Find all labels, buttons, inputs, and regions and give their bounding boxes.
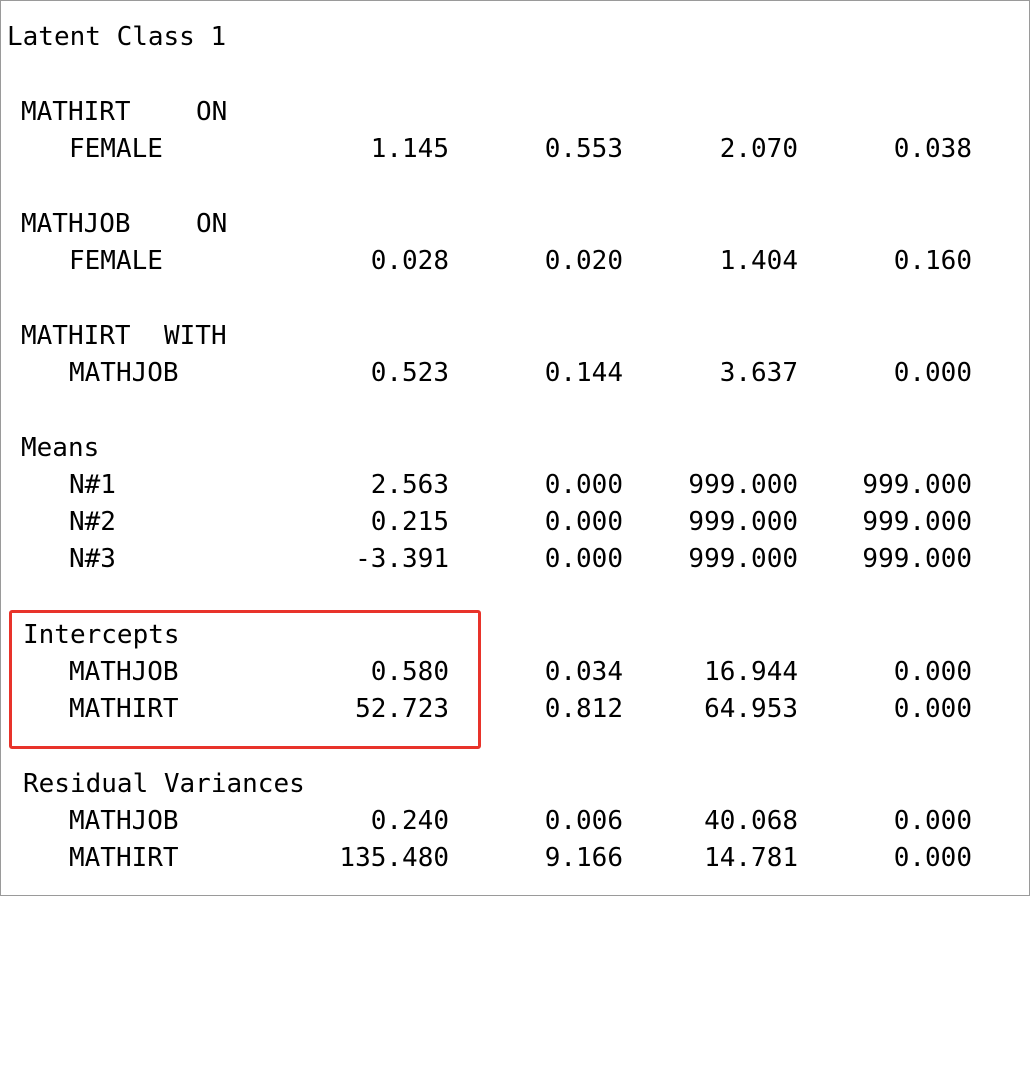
p-value: 0.000 (893, 694, 972, 724)
p-value: 0.000 (893, 843, 972, 873)
est-se-value: 16.944 (704, 657, 798, 687)
table-row: N#2 0.215 0.000 999.000 999.000 (1, 505, 1030, 539)
p-value: 999.000 (862, 470, 972, 500)
estimate-value: 135.480 (339, 843, 449, 873)
se-value: 0.006 (544, 806, 623, 836)
dependent-variable: MATHIRT (21, 97, 131, 127)
p-value: 0.160 (893, 246, 972, 276)
highlight-box (9, 610, 481, 749)
estimate-value: 1.145 (370, 134, 449, 164)
p-value: 999.000 (862, 507, 972, 537)
estimate-value: -3.391 (355, 544, 449, 574)
se-value: 0.000 (544, 470, 623, 500)
row-label: N#1 (69, 470, 116, 500)
section-header: MATHIRT ON (1, 95, 1030, 129)
title-line: Latent Class 1 (1, 20, 1030, 54)
est-se-value: 999.000 (688, 544, 798, 574)
est-se-value: 40.068 (704, 806, 798, 836)
estimate-value: 0.240 (370, 806, 449, 836)
table-row: FEMALE 1.145 0.553 2.070 0.038 (1, 132, 1030, 166)
p-value: 0.000 (893, 806, 972, 836)
dependent-variable: MATHIRT (21, 321, 131, 351)
table-row: MATHJOB 0.523 0.144 3.637 0.000 (1, 356, 1030, 390)
row-label: MATHIRT (69, 843, 179, 873)
section-header: Means (1, 431, 1030, 465)
row-label: N#2 (69, 507, 116, 537)
est-se-value: 999.000 (688, 507, 798, 537)
p-value: 0.000 (893, 358, 972, 388)
se-value: 0.553 (544, 134, 623, 164)
section-title: Residual Variances (23, 769, 305, 799)
section-title: Means (21, 433, 100, 463)
section-header: Residual Variances (1, 767, 1030, 801)
se-value: 0.000 (544, 507, 623, 537)
est-se-value: 14.781 (704, 843, 798, 873)
row-label: FEMALE (69, 134, 163, 164)
table-row: FEMALE 0.028 0.020 1.404 0.160 (1, 244, 1030, 278)
row-label: MATHJOB (69, 806, 179, 836)
dependent-variable: MATHJOB (21, 209, 131, 239)
estimate-value: 0.215 (370, 507, 449, 537)
est-se-value: 1.404 (719, 246, 798, 276)
output-frame: Latent Class 1 MATHIRT ON FEMALE 1.145 0… (0, 0, 1030, 896)
estimate-value: 0.523 (370, 358, 449, 388)
relation-keyword: ON (196, 209, 228, 239)
p-value: 0.038 (893, 134, 972, 164)
est-se-value: 999.000 (688, 470, 798, 500)
est-se-value: 2.070 (719, 134, 798, 164)
p-value: 0.000 (893, 657, 972, 687)
row-label: FEMALE (69, 246, 163, 276)
est-se-value: 64.953 (704, 694, 798, 724)
section-header: MATHJOB ON (1, 207, 1030, 241)
p-value: 999.000 (862, 544, 972, 574)
table-row: N#1 2.563 0.000 999.000 999.000 (1, 468, 1030, 502)
table-row: MATHIRT 135.480 9.166 14.781 0.000 (1, 841, 1030, 875)
se-value: 0.144 (544, 358, 623, 388)
row-label: MATHJOB (69, 358, 179, 388)
se-value: 0.000 (544, 544, 623, 574)
se-value: 9.166 (544, 843, 623, 873)
relation-keyword: ON (196, 97, 228, 127)
page-title: Latent Class 1 (7, 22, 227, 52)
section-header: MATHIRT WITH (1, 319, 1030, 353)
estimate-value: 2.563 (370, 470, 449, 500)
se-value: 0.020 (544, 246, 623, 276)
table-row: MATHJOB 0.240 0.006 40.068 0.000 (1, 804, 1030, 838)
relation-keyword: WITH (164, 321, 227, 351)
estimate-value: 0.028 (370, 246, 449, 276)
row-label: N#3 (69, 544, 116, 574)
table-row: N#3 -3.391 0.000 999.000 999.000 (1, 542, 1030, 576)
est-se-value: 3.637 (719, 358, 798, 388)
